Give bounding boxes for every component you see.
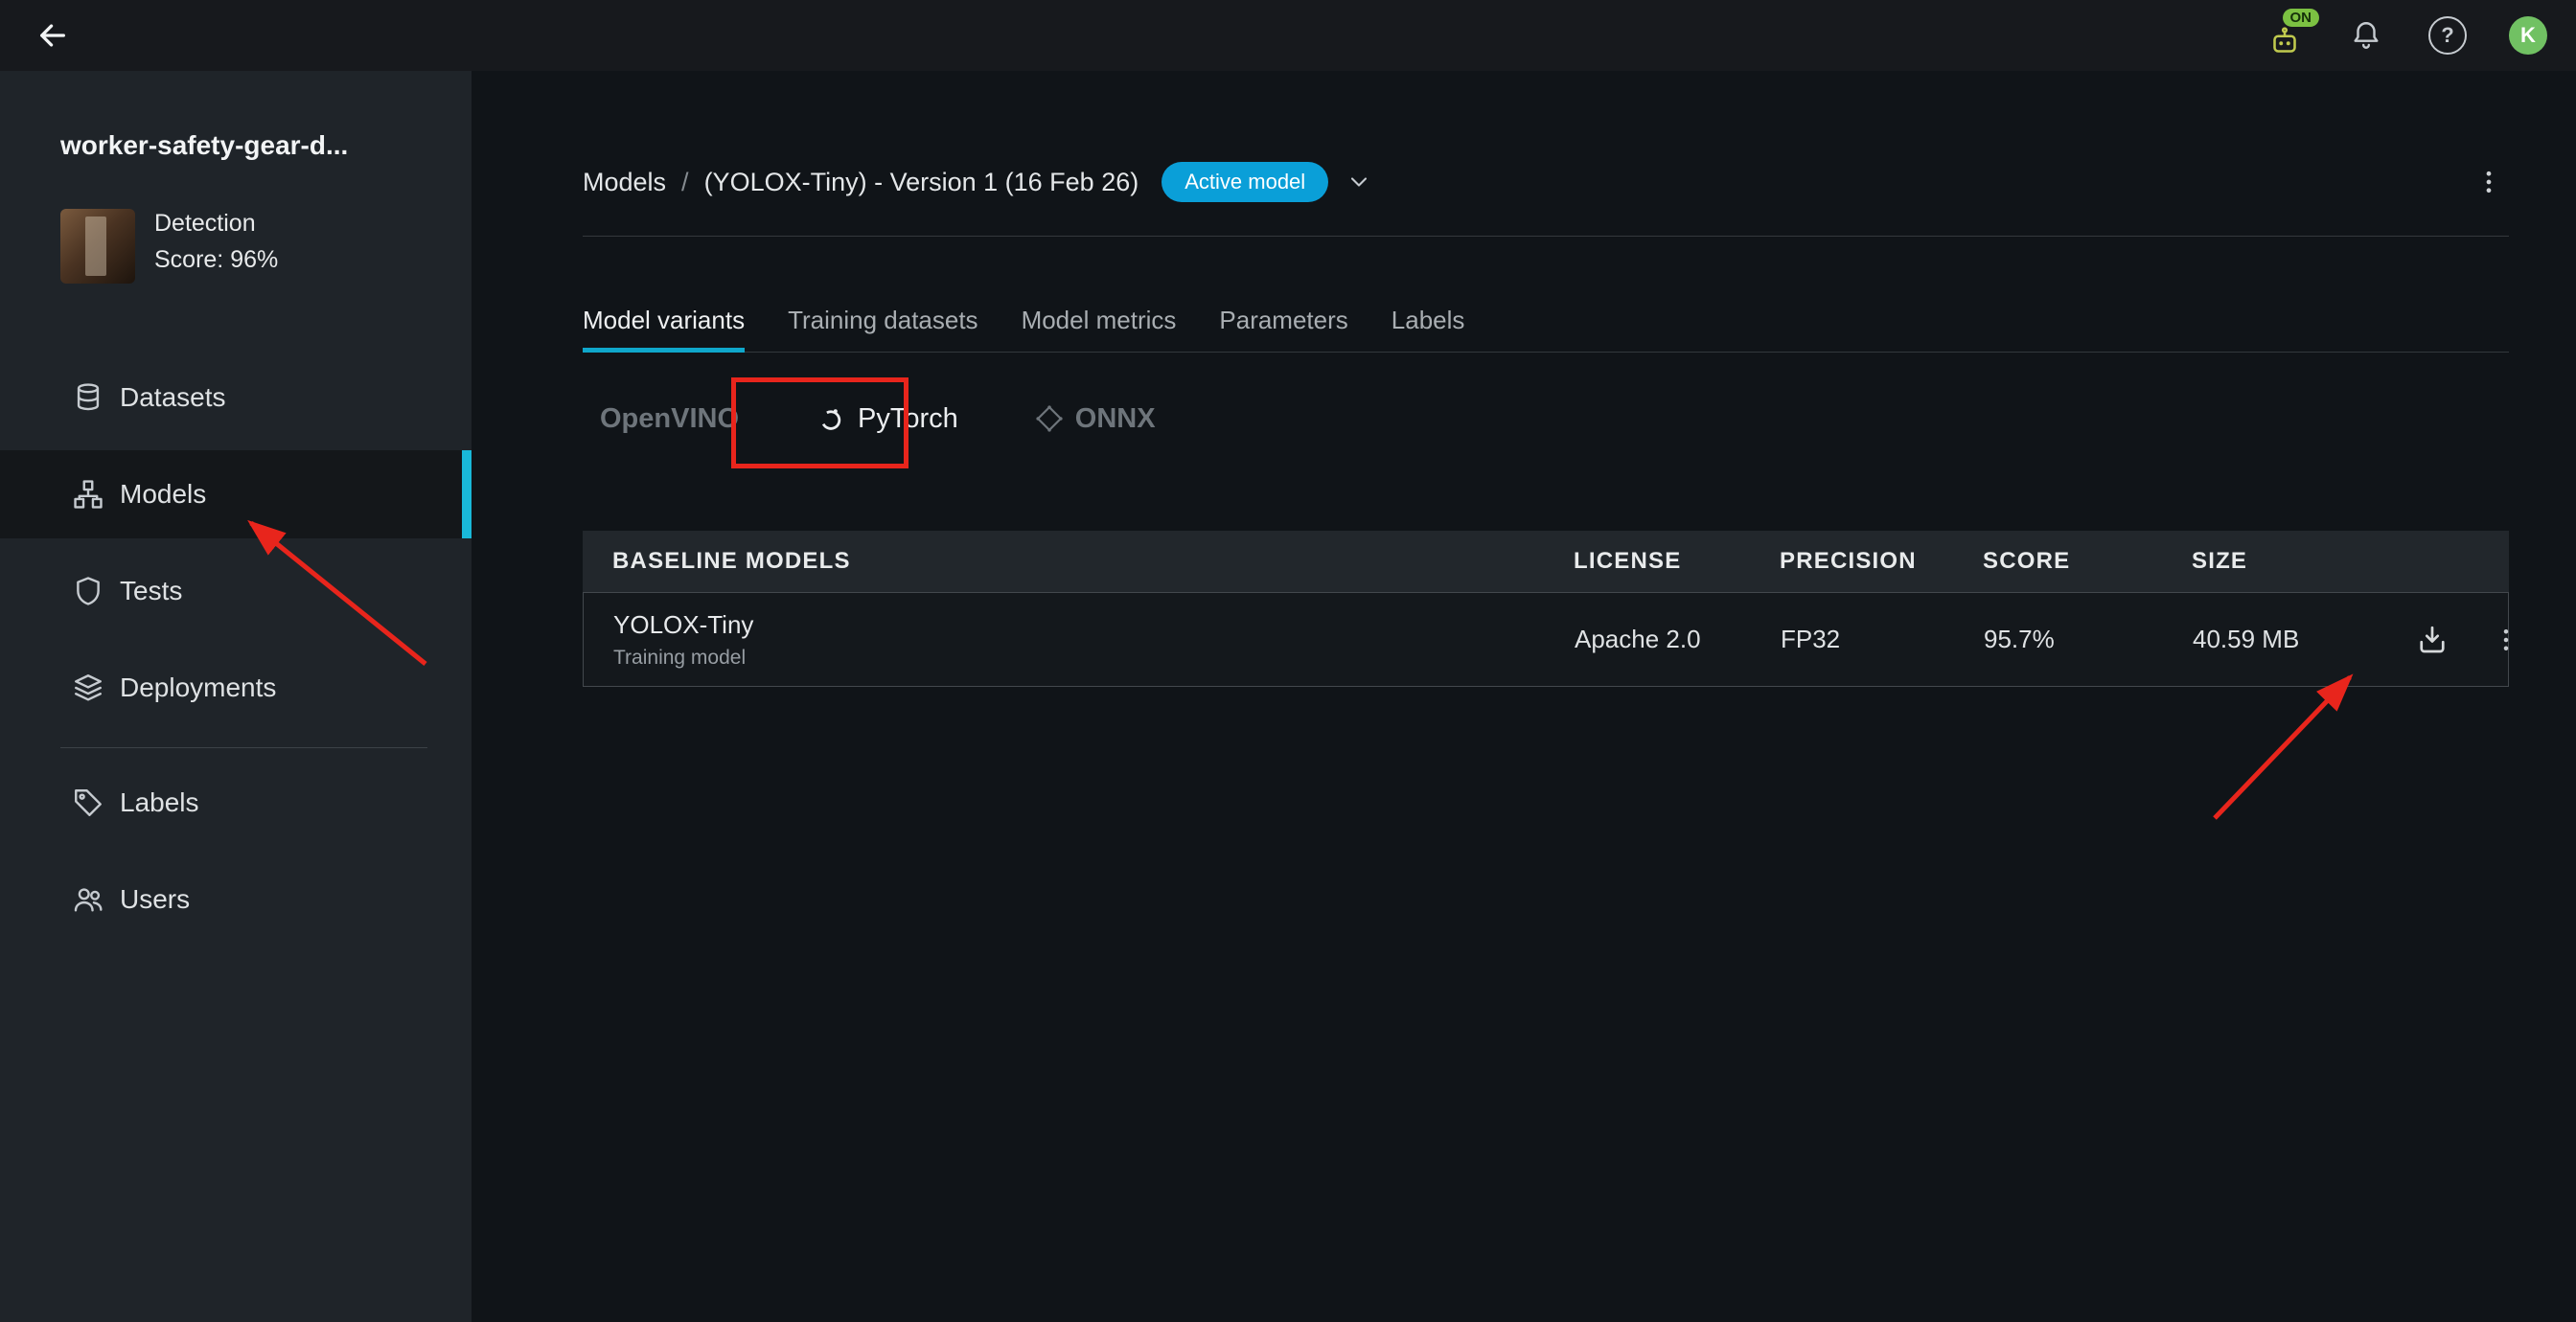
tab-model-variants[interactable]: Model variants bbox=[583, 288, 745, 352]
project-name: worker-safety-gear-d... bbox=[60, 130, 348, 161]
column-header-score: SCORE bbox=[1983, 548, 2192, 575]
tab-label: Training datasets bbox=[788, 306, 978, 335]
sidebar-item-users[interactable]: Users bbox=[0, 855, 472, 944]
precision-cell: FP32 bbox=[1781, 625, 1984, 654]
main-content: Models / (YOLOX-Tiny) - Version 1 (16 Fe… bbox=[472, 71, 2576, 1322]
framework-label: PyTorch bbox=[858, 403, 958, 435]
tab-label: Model metrics bbox=[1022, 306, 1177, 335]
topbar-actions: ON ? K bbox=[2262, 12, 2547, 58]
sidebar-item-models[interactable]: Models bbox=[0, 450, 472, 538]
tab-bar: Model variants Training datasets Model m… bbox=[583, 288, 2509, 353]
framework-selector: OpenVINO PyTorch bbox=[583, 385, 2509, 452]
framework-onnx[interactable]: ONNX bbox=[1018, 403, 1173, 435]
topbar: ON ? K bbox=[0, 0, 2576, 71]
database-icon bbox=[72, 381, 104, 414]
column-header-precision: PRECISION bbox=[1780, 548, 1983, 575]
sidebar-item-label: Users bbox=[120, 884, 190, 915]
breadcrumb-separator: / bbox=[681, 168, 689, 197]
license-cell: Apache 2.0 bbox=[1575, 625, 1781, 654]
sidebar: worker-safety-gear-d... Detection Score:… bbox=[0, 71, 472, 1322]
row-menu-button[interactable] bbox=[2490, 624, 2522, 656]
pytorch-icon bbox=[816, 403, 846, 434]
row-actions bbox=[2413, 621, 2566, 659]
model-name: YOLOX-Tiny bbox=[613, 610, 1575, 640]
bell-icon bbox=[2350, 19, 2382, 52]
chevron-down-icon bbox=[1346, 169, 1372, 195]
app-window: ON ? K worker-safety-gear-d... Detection… bbox=[0, 0, 2576, 1322]
back-button[interactable] bbox=[29, 11, 77, 59]
sidebar-item-tests[interactable]: Tests bbox=[0, 547, 472, 635]
tab-training-datasets[interactable]: Training datasets bbox=[788, 288, 978, 352]
sidebar-item-label: Deployments bbox=[120, 672, 276, 703]
models-icon bbox=[72, 478, 104, 511]
column-header-baseline-models: BASELINE MODELS bbox=[583, 548, 1574, 575]
sidebar-item-label: Models bbox=[120, 479, 206, 510]
kebab-menu-icon bbox=[2492, 626, 2520, 654]
model-subtitle: Training model bbox=[613, 647, 1575, 670]
sidebar-item-label: Tests bbox=[120, 576, 182, 606]
sidebar-item-label: Datasets bbox=[120, 382, 226, 413]
active-model-badge[interactable]: Active model bbox=[1162, 162, 1328, 202]
score-cell: 95.7% bbox=[1984, 625, 2193, 654]
framework-openvino[interactable]: OpenVINO bbox=[583, 403, 756, 435]
sidebar-item-datasets[interactable]: Datasets bbox=[0, 353, 472, 442]
tag-icon bbox=[72, 786, 104, 819]
framework-label: OpenVINO bbox=[600, 403, 739, 435]
download-icon bbox=[2415, 623, 2450, 657]
column-header-size: SIZE bbox=[2192, 548, 2412, 575]
robot-icon bbox=[2267, 24, 2302, 58]
tab-labels[interactable]: Labels bbox=[1392, 288, 1465, 352]
size-cell: 40.59 MB bbox=[2193, 625, 2413, 654]
column-header-license: LICENSE bbox=[1574, 548, 1780, 575]
sidebar-item-deployments[interactable]: Deployments bbox=[0, 644, 472, 732]
credits-button[interactable]: ON bbox=[2262, 12, 2308, 58]
framework-label: ONNX bbox=[1075, 403, 1156, 435]
model-actions-menu-button[interactable] bbox=[2469, 162, 2509, 202]
shield-icon bbox=[72, 575, 104, 607]
baseline-models-table: BASELINE MODELS LICENSE PRECISION SCORE … bbox=[583, 531, 2509, 687]
download-model-button[interactable] bbox=[2413, 621, 2451, 659]
project-thumbnail bbox=[60, 209, 135, 284]
help-button[interactable]: ? bbox=[2425, 12, 2471, 58]
arrow-left-icon bbox=[36, 19, 69, 52]
onnx-icon bbox=[1035, 404, 1064, 433]
model-name-cell: YOLOX-Tiny Training model bbox=[584, 610, 1575, 670]
framework-pytorch[interactable]: PyTorch bbox=[798, 403, 976, 435]
table-header-row: BASELINE MODELS LICENSE PRECISION SCORE … bbox=[583, 531, 2509, 592]
tab-model-metrics[interactable]: Model metrics bbox=[1022, 288, 1177, 352]
question-icon: ? bbox=[2428, 16, 2467, 55]
tab-label: Parameters bbox=[1219, 306, 1347, 335]
sidebar-divider bbox=[60, 747, 427, 748]
project-type-label: Detection bbox=[154, 210, 256, 238]
header-divider bbox=[583, 236, 2509, 237]
sidebar-item-labels[interactable]: Labels bbox=[0, 759, 472, 847]
breadcrumb: Models / (YOLOX-Tiny) - Version 1 (16 Fe… bbox=[583, 155, 2509, 209]
credits-on-badge: ON bbox=[2283, 9, 2320, 27]
breadcrumb-models-link[interactable]: Models bbox=[583, 168, 666, 197]
breadcrumb-current: (YOLOX-Tiny) - Version 1 (16 Feb 26) bbox=[704, 168, 1139, 197]
sidebar-item-label: Labels bbox=[120, 787, 199, 818]
user-avatar[interactable]: K bbox=[2509, 16, 2547, 55]
tab-parameters[interactable]: Parameters bbox=[1219, 288, 1347, 352]
table-row[interactable]: YOLOX-Tiny Training model Apache 2.0 FP3… bbox=[583, 592, 2509, 687]
users-icon bbox=[72, 883, 104, 916]
tab-label: Labels bbox=[1392, 306, 1465, 335]
layers-icon bbox=[72, 672, 104, 704]
notifications-button[interactable] bbox=[2346, 15, 2386, 56]
version-dropdown-button[interactable] bbox=[1346, 169, 1372, 195]
project-score-label: Score: 96% bbox=[154, 246, 278, 274]
tab-label: Model variants bbox=[583, 306, 745, 335]
kebab-menu-icon bbox=[2474, 168, 2503, 196]
